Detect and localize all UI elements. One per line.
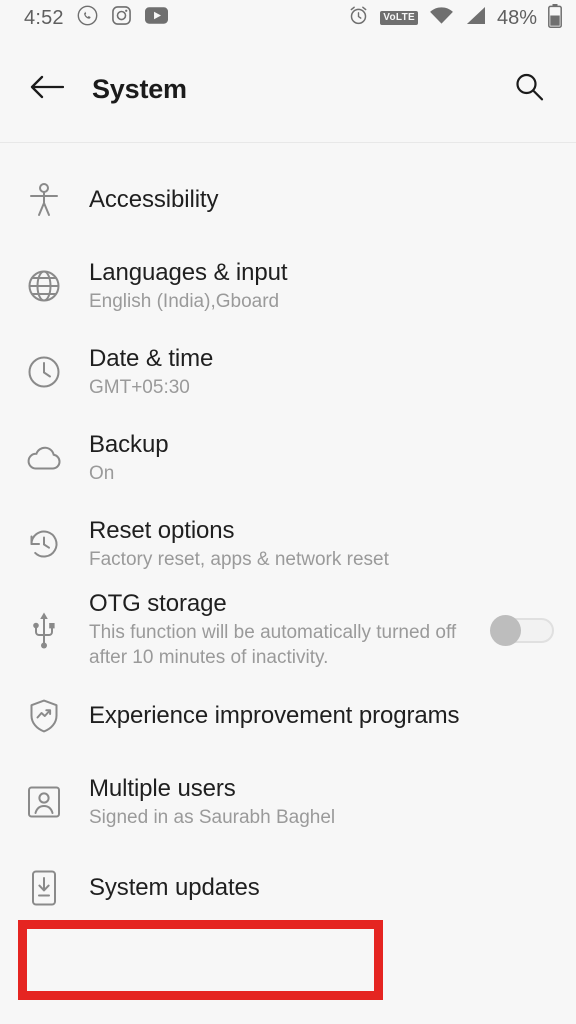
settings-row-text: Backup On: [89, 430, 554, 487]
accessibility-icon: [22, 178, 66, 222]
settings-row-text: System updates: [89, 873, 554, 902]
back-button[interactable]: [24, 66, 70, 112]
row-title: Multiple users: [89, 774, 236, 802]
youtube-icon: [144, 7, 168, 29]
status-bar: 4:52 VoLTE 48%: [0, 0, 576, 36]
clock-icon: [22, 350, 66, 394]
settings-row-text: Accessibility: [89, 185, 554, 214]
usb-otg-icon: [22, 608, 66, 652]
row-subtitle: GMT+05:30: [89, 376, 190, 398]
row-subtitle: Signed in as Saurabh Baghel: [89, 806, 336, 828]
android-settings-screen: 4:52 VoLTE 48% System Accessibility Lang…: [0, 0, 576, 1024]
search-button[interactable]: [506, 66, 552, 112]
app-bar: System: [0, 36, 576, 143]
toggle-thumb: [490, 615, 521, 646]
status-bar-right: VoLTE 48%: [348, 3, 562, 33]
settings-row-accessibility[interactable]: Accessibility: [0, 157, 576, 243]
row-title: Reset options: [89, 516, 235, 544]
row-title: OTG storage: [89, 590, 227, 618]
settings-row-text: Languages & input English (India),Gboard: [89, 258, 554, 315]
row-title: Date & time: [89, 344, 214, 372]
settings-row-text: Experience improvement programs: [89, 701, 554, 730]
row-title: Languages & input: [89, 258, 288, 286]
settings-row-text: Multiple users Signed in as Saurabh Bagh…: [89, 774, 554, 831]
row-title: Backup: [89, 430, 169, 458]
volte-badge: VoLTE: [380, 11, 418, 25]
shield-trending-icon: [22, 694, 66, 738]
row-title: Experience improvement programs: [89, 702, 460, 730]
settings-row-date-time[interactable]: Date & time GMT+05:30: [0, 329, 576, 415]
settings-row-text: Reset options Factory reset, apps & netw…: [89, 516, 554, 573]
back-arrow-icon: [30, 74, 65, 105]
settings-row-languages-input[interactable]: Languages & input English (India),Gboard: [0, 243, 576, 329]
settings-row-backup[interactable]: Backup On: [0, 415, 576, 501]
user-account-icon: [22, 780, 66, 824]
settings-row-system-updates[interactable]: System updates: [0, 845, 576, 931]
settings-row-text: Date & time GMT+05:30: [89, 344, 554, 401]
cloud-icon: [22, 436, 66, 480]
history-icon: [22, 522, 66, 566]
status-bar-clock: 4:52: [24, 6, 64, 29]
row-title: Accessibility: [89, 186, 219, 214]
row-subtitle: This function will be automatically turn…: [89, 622, 457, 669]
settings-row-reset-options[interactable]: Reset options Factory reset, apps & netw…: [0, 501, 576, 587]
row-subtitle: On: [89, 462, 115, 484]
search-icon: [513, 71, 545, 108]
settings-row-multiple-users[interactable]: Multiple users Signed in as Saurabh Bagh…: [0, 759, 576, 845]
otg-storage-toggle[interactable]: [488, 615, 554, 646]
wifi-icon: [429, 6, 454, 30]
settings-row-experience-improvement[interactable]: Experience improvement programs: [0, 673, 576, 759]
system-update-icon: [22, 866, 66, 910]
row-title: System updates: [89, 874, 260, 902]
battery-percent-label: 48%: [496, 6, 537, 29]
alarm-icon: [348, 5, 369, 31]
settings-row-text: OTG storage This function will be automa…: [89, 589, 482, 671]
settings-list: Accessibility Languages & input English …: [0, 143, 576, 931]
status-bar-left: 4:52: [24, 5, 168, 31]
page-title: System: [92, 73, 187, 104]
highlight-annotation-box: [18, 920, 383, 1000]
globe-icon: [22, 264, 66, 308]
battery-icon: [548, 3, 562, 33]
row-subtitle: English (India),Gboard: [89, 290, 280, 312]
row-subtitle: Factory reset, apps & network reset: [89, 548, 389, 570]
whatsapp-icon: [77, 5, 98, 31]
instagram-icon: [111, 5, 132, 31]
settings-row-otg-storage[interactable]: OTG storage This function will be automa…: [0, 587, 576, 673]
signal-icon: [465, 6, 486, 30]
